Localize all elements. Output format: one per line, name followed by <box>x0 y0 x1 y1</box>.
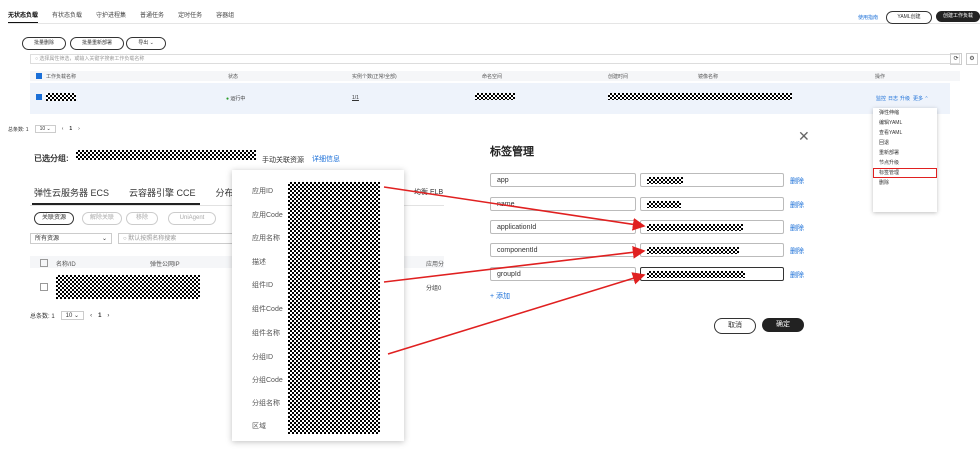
arrow-app-id <box>383 186 646 231</box>
annotation-arrows <box>383 186 646 355</box>
arrow-component-id <box>383 245 646 283</box>
arrow-group-id <box>387 272 646 355</box>
